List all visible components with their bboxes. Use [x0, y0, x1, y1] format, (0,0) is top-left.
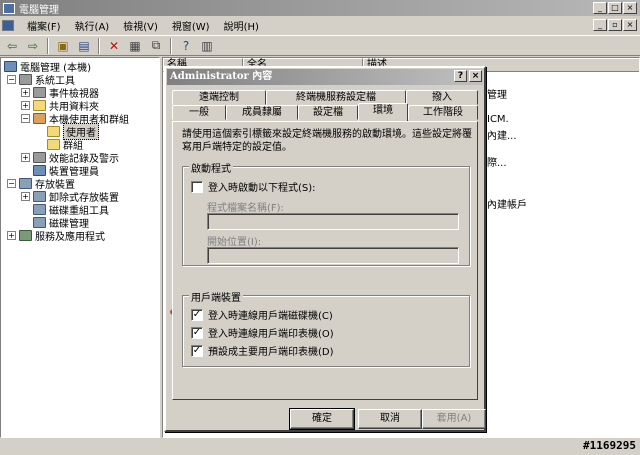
console-tree[interactable]: 電腦管理 (本機) − 系統工具 + 事件檢視器 + 共用資料夾 − 本機使用者…: [0, 57, 160, 438]
expand-toggle[interactable]: +: [21, 101, 30, 110]
start-in-field[interactable]: [207, 247, 459, 264]
help-icon[interactable]: ?: [177, 37, 195, 54]
expand-toggle[interactable]: +: [21, 153, 30, 162]
menubar: 檔案(F) 執行(A) 檢視(V) 視窗(W) 說明(H): [0, 16, 640, 34]
services-icon: [19, 230, 32, 241]
list-cell: 內建...: [487, 131, 517, 142]
start-in-label: 開始位置(I):: [207, 237, 262, 248]
collapse-toggle[interactable]: −: [7, 75, 16, 84]
expand-toggle[interactable]: +: [21, 192, 30, 201]
menu-file[interactable]: 檔案(F): [20, 18, 68, 33]
tree-label: 服務及應用程式: [35, 232, 105, 243]
shared-folder-icon: [33, 100, 46, 111]
show-tree-icon[interactable]: ▤: [75, 37, 93, 54]
dialog-close-button[interactable]: ×: [469, 70, 482, 82]
checkbox-label: 登入時連線用戶端磁碟機(C): [208, 311, 333, 322]
folder-icon: [47, 126, 60, 137]
users-groups-icon: [33, 113, 46, 124]
checkbox-label: 登入時啟動以下程式(S):: [208, 183, 316, 194]
mdi-close-button[interactable]: ×: [623, 19, 637, 31]
mmc-icon: [2, 19, 14, 31]
collapse-toggle[interactable]: −: [7, 179, 16, 188]
default-main-printer-checkbox[interactable]: ✓ 預設成主要用戶端印表機(D): [191, 343, 334, 358]
forward-icon[interactable]: ⇨: [24, 37, 42, 54]
properties-dialog[interactable]: Administrator 內容 ? × 遠端控制 終端機服務設定檔 撥入 一般…: [164, 66, 486, 432]
tab-remote-control[interactable]: 遠端控制: [172, 90, 266, 105]
connect-client-drives-checkbox[interactable]: ✓ 登入時連線用戶端磁碟機(C): [191, 307, 333, 322]
dialog-help-button[interactable]: ?: [454, 70, 467, 82]
computer-management-icon: [3, 2, 15, 14]
back-icon[interactable]: ⇦: [3, 37, 21, 54]
list-cell: 內建帳戶: [487, 200, 527, 211]
checkbox-label: 登入時連線用戶端印表機(O): [208, 329, 334, 340]
tab-sessions[interactable]: 工作階段: [408, 105, 478, 120]
ok-button[interactable]: 確定: [289, 408, 355, 430]
removable-storage-icon: [33, 191, 46, 202]
program-filename-label: 程式檔案名稱(F):: [207, 203, 284, 214]
expand-toggle[interactable]: +: [7, 231, 16, 240]
export-icon[interactable]: ⧉: [147, 37, 165, 54]
window-title: 電腦管理: [19, 4, 59, 16]
watermark: #1169295: [583, 439, 636, 452]
menu-view[interactable]: 檢視(V): [116, 18, 165, 33]
list-cell: 際...: [487, 158, 507, 169]
tab-environment[interactable]: 環境: [358, 103, 408, 121]
minimize-button[interactable]: _: [593, 2, 607, 14]
checkbox-box[interactable]: ✓: [191, 308, 203, 321]
tab-dial-in[interactable]: 撥入: [406, 90, 478, 105]
defrag-icon: [33, 204, 46, 215]
checkbox-box[interactable]: ✓: [191, 344, 203, 357]
up-icon[interactable]: ▣: [54, 37, 72, 54]
start-program-checkbox[interactable]: 登入時啟動以下程式(S):: [191, 179, 316, 194]
apply-button[interactable]: 套用(A): [422, 409, 486, 429]
tools-icon: [19, 74, 32, 85]
environment-description: 請使用這個索引標籤來設定終端機服務的啟動環境。這些設定將覆寫用戶端特定的設定值。: [182, 129, 472, 153]
tab-general[interactable]: 一般: [172, 105, 226, 120]
window-titlebar[interactable]: 電腦管理 _ □ ×: [0, 0, 640, 16]
cancel-button[interactable]: 取消: [358, 409, 422, 429]
close-button[interactable]: ×: [623, 2, 637, 14]
storage-icon: [19, 178, 32, 189]
computer-icon: [4, 61, 17, 72]
menu-action[interactable]: 執行(A): [68, 18, 117, 33]
expand-toggle[interactable]: +: [21, 88, 30, 97]
program-filename-field[interactable]: [207, 213, 459, 230]
status-bar: [0, 439, 640, 455]
menu-help[interactable]: 說明(H): [217, 18, 266, 33]
toolbar: ⇦ ⇨ ▣ ▤ ✕ ▦ ⧉ ? ▥: [0, 35, 640, 56]
environment-panel: 請使用這個索引標籤來設定終端機服務的啟動環境。這些設定將覆寫用戶端特定的設定值。…: [172, 121, 478, 400]
delete-icon[interactable]: ✕: [105, 37, 123, 54]
connect-client-printers-checkbox[interactable]: ✓ 登入時連線用戶端印表機(O): [191, 325, 334, 340]
properties-icon[interactable]: ▦: [126, 37, 144, 54]
dialog-title[interactable]: Administrator 內容: [167, 69, 483, 85]
tab-member-of[interactable]: 成員隸屬: [226, 105, 298, 120]
checkbox-label: 預設成主要用戶端印表機(D): [208, 347, 334, 358]
device-manager-icon: [33, 165, 46, 176]
performance-icon: [33, 152, 46, 163]
client-devices-group: 用戶端裝置 ✓ 登入時連線用戶端磁碟機(C) ✓ 登入時連線用戶端印表機(O) …: [182, 289, 470, 367]
mdi-minimize-button[interactable]: _: [593, 19, 607, 31]
maximize-button[interactable]: □: [608, 2, 622, 14]
list-cell: 管理: [487, 90, 507, 101]
checkbox-box[interactable]: [191, 180, 203, 193]
list-cell: ICM.: [487, 114, 509, 125]
mdi-restore-button[interactable]: ▫: [608, 19, 622, 31]
startup-program-group: 啟動程式 登入時啟動以下程式(S): 程式檔案名稱(F): 開始位置(I):: [182, 160, 470, 266]
menu-window[interactable]: 視窗(W): [165, 18, 217, 33]
event-viewer-icon: [33, 87, 46, 98]
collapse-toggle[interactable]: −: [21, 114, 30, 123]
console-icon[interactable]: ▥: [198, 37, 216, 54]
tab-profile[interactable]: 設定檔: [298, 105, 358, 120]
folder-icon: [47, 139, 60, 150]
group-label: 用戶端裝置: [189, 289, 243, 304]
disk-management-icon: [33, 217, 46, 228]
tree-services[interactable]: + 服務及應用程式: [7, 229, 105, 243]
group-label: 啟動程式: [189, 160, 233, 175]
checkbox-box[interactable]: ✓: [191, 326, 203, 339]
